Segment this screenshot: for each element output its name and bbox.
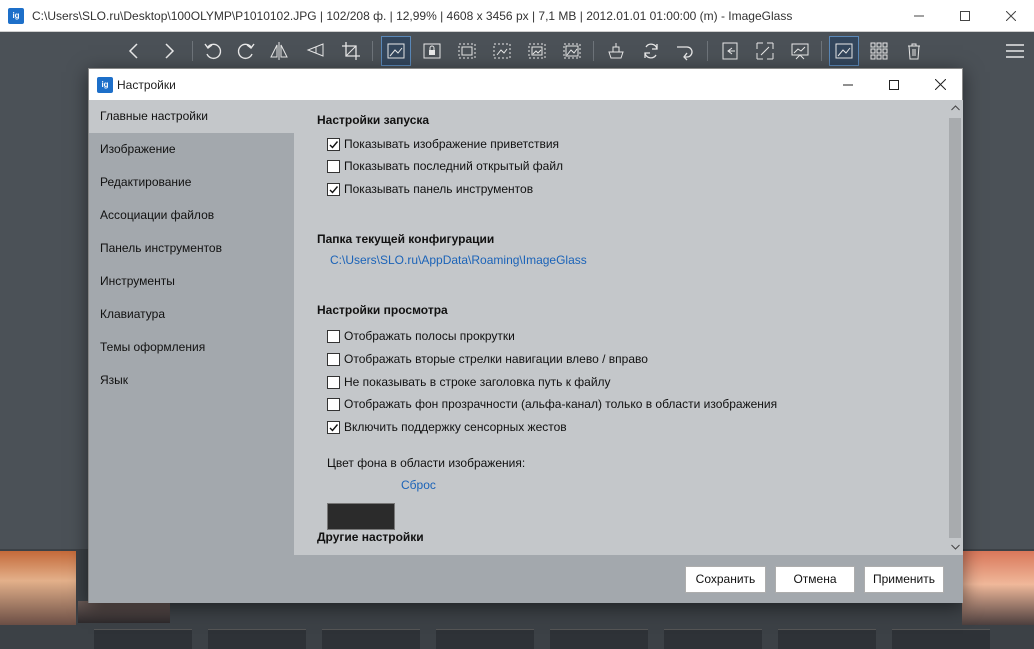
dialog-footer: Сохранить Отмена Применить: [294, 555, 963, 603]
thumbnail-image[interactable]: [962, 551, 1034, 625]
scale-width-icon[interactable]: [452, 36, 482, 66]
auto-zoom-icon[interactable]: [381, 36, 411, 66]
sidebar-item-language[interactable]: Язык: [89, 364, 294, 397]
scrollbar-thumb[interactable]: [949, 118, 961, 538]
cancel-button[interactable]: Отмена: [775, 566, 855, 593]
scale-fill-icon[interactable]: [557, 36, 587, 66]
sidebar-item-file-associations[interactable]: Ассоциации файлов: [89, 199, 294, 232]
checkbox-label: Не показывать в строке заголовка путь к …: [344, 375, 611, 389]
checkbox-hide-path-in-title[interactable]: Не показывать в строке заголовка путь к …: [327, 374, 611, 390]
checkbox-label: Показывать панель инструментов: [344, 182, 534, 196]
sidebar-item-general[interactable]: Главные настройки: [89, 100, 294, 133]
config-folder-link[interactable]: C:\Users\SLO.ru\AppData\Roaming\ImageGla…: [330, 253, 587, 267]
sidebar-item-keyboard[interactable]: Клавиатура: [89, 298, 294, 331]
menu-icon[interactable]: [1000, 36, 1030, 66]
checkbox-open-last-file[interactable]: Показывать последний открытый файл: [327, 158, 563, 174]
main-title-bar: ig C:\Users\SLO.ru\Desktop\100OLYMP\P101…: [0, 0, 1034, 32]
sidebar-item-image[interactable]: Изображение: [89, 133, 294, 166]
lock-zoom-icon[interactable]: [417, 36, 447, 66]
imageglass-app-icon: ig: [97, 77, 113, 93]
section-title-config-folder: Папка текущей конфигурации: [317, 232, 495, 246]
section-title-startup: Настройки запуска: [317, 113, 430, 127]
checkbox-label: Показывать последний открытый файл: [344, 159, 564, 173]
settings-content: Настройки запуска Показывать изображение…: [294, 100, 947, 555]
checkbox-alpha-bg-image-only[interactable]: Отображать фон прозрачности (альфа-канал…: [327, 396, 777, 412]
chevron-left-icon[interactable]: [119, 36, 149, 66]
dialog-title: Настройки: [117, 78, 176, 92]
thumbnail-bar-icon[interactable]: [715, 36, 745, 66]
section-title-other: Другие настройки: [317, 530, 424, 544]
fullscreen-icon[interactable]: [750, 36, 780, 66]
crop-icon[interactable]: [336, 36, 366, 66]
checkbox-label: Включить поддержку сенсорных жестов: [344, 420, 567, 434]
checkbox-touch-gestures[interactable]: Включить поддержку сенсорных жестов: [327, 419, 567, 435]
minimize-icon[interactable]: [896, 0, 942, 32]
sidebar-item-themes[interactable]: Темы оформления: [89, 331, 294, 364]
content-scrollbar[interactable]: [947, 100, 963, 555]
checkerboard-icon[interactable]: [829, 36, 859, 66]
sidebar-item-tools[interactable]: Инструменты: [89, 265, 294, 298]
checkbox-second-nav-arrows[interactable]: Отображать вторые стрелки навигации влев…: [327, 351, 648, 367]
scale-fit-icon[interactable]: [522, 36, 552, 66]
flip-horizontal-icon[interactable]: [264, 36, 294, 66]
refresh-icon[interactable]: [636, 36, 666, 66]
bg-color-reset-link[interactable]: Сброс: [401, 478, 436, 492]
goto-icon[interactable]: [670, 36, 700, 66]
checkbox-label: Отображать фон прозрачности (альфа-канал…: [344, 397, 778, 411]
flip-vertical-icon[interactable]: [300, 36, 330, 66]
rotate-left-icon[interactable]: [198, 36, 228, 66]
checkbox-label: Отображать полосы прокрутки: [344, 329, 515, 343]
checkbox-show-welcome[interactable]: Показывать изображение приветствия: [327, 136, 559, 152]
chevron-down-icon[interactable]: [947, 539, 963, 555]
thumbnail-image[interactable]: [0, 551, 76, 625]
checkbox-label: Отображать вторые стрелки навигации влев…: [344, 352, 648, 366]
scale-height-icon[interactable]: [487, 36, 517, 66]
bg-color-swatch[interactable]: [327, 503, 395, 530]
apply-button[interactable]: Применить: [864, 566, 944, 593]
chevron-right-icon[interactable]: [154, 36, 184, 66]
main-toolbar: [0, 33, 1034, 69]
checkbox-show-toolbar[interactable]: Показывать панель инструментов: [327, 181, 533, 197]
close-icon[interactable]: [988, 0, 1034, 32]
sidebar-item-toolbar[interactable]: Панель инструментов: [89, 232, 294, 265]
dialog-title-bar: ig Настройки: [89, 69, 962, 100]
imageglass-app-icon: ig: [8, 8, 24, 24]
maximize-icon[interactable]: [871, 69, 917, 100]
thumbnail-image[interactable]: [78, 601, 170, 623]
settings-dialog: ig Настройки Главные настройки Изображен…: [88, 68, 963, 603]
delete-icon[interactable]: [899, 36, 929, 66]
close-icon[interactable]: [917, 69, 963, 100]
section-title-view: Настройки просмотра: [317, 303, 448, 317]
open-file-icon[interactable]: [601, 36, 631, 66]
main-window-title: C:\Users\SLO.ru\Desktop\100OLYMP\P101010…: [32, 9, 793, 23]
checkbox-show-scrollbars[interactable]: Отображать полосы прокрутки: [327, 328, 515, 344]
chevron-up-icon[interactable]: [947, 100, 963, 116]
gallery-icon[interactable]: [864, 36, 894, 66]
checkbox-label: Показывать изображение приветствия: [344, 137, 560, 151]
sidebar-item-edit[interactable]: Редактирование: [89, 166, 294, 199]
slideshow-icon[interactable]: [785, 36, 815, 66]
rotate-right-icon[interactable]: [231, 36, 261, 66]
save-button[interactable]: Сохранить: [685, 566, 766, 593]
maximize-icon[interactable]: [942, 0, 988, 32]
settings-sidebar: Главные настройки Изображение Редактиров…: [89, 100, 294, 603]
minimize-icon[interactable]: [825, 69, 871, 100]
bg-color-label: Цвет фона в области изображения:: [327, 456, 526, 470]
